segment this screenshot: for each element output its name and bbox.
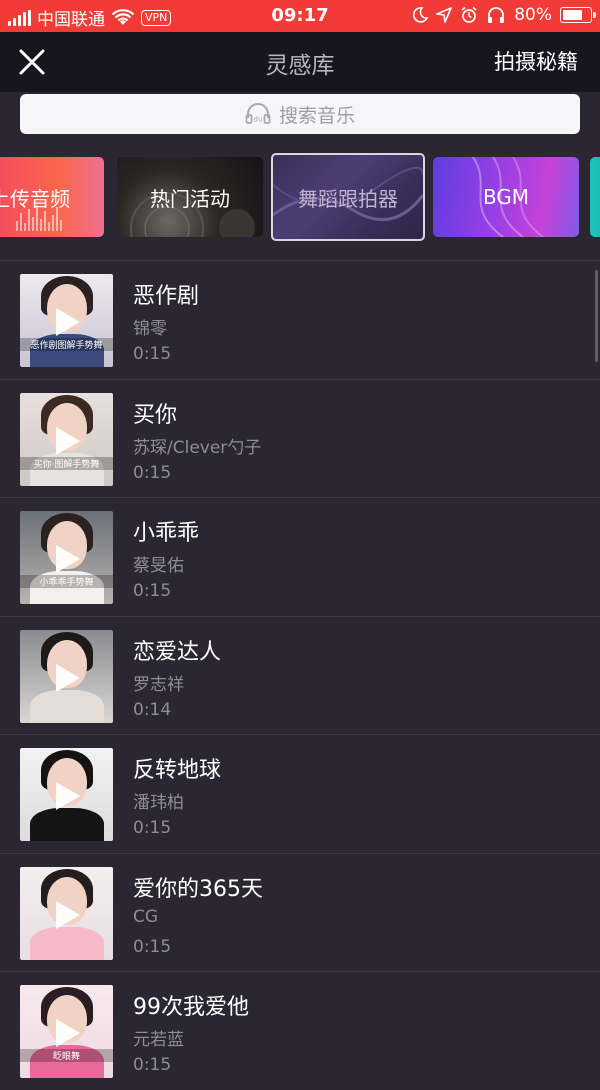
song-thumbnail[interactable]: 眨眼舞 [20,985,113,1078]
play-icon [56,782,80,810]
song-duration: 0:15 [133,936,172,957]
location-arrow-icon [436,7,453,23]
thumbnail-caption: 买你·图解手势舞 [20,456,113,470]
list-item[interactable]: 反转地球 潘玮柏 0:15 [0,734,600,853]
battery-icon [560,7,596,23]
play-icon [56,308,80,336]
category-label: 热门活动 [150,186,230,211]
status-bar: 中国联通 VPN 09:17 80% [0,0,600,32]
song-title: 爱你的365天 [133,876,263,902]
song-artist: 潘玮柏 [133,793,184,813]
song-title: 恋爱达人 [133,639,222,665]
song-artist: 蔡旻佑 [133,556,184,576]
song-artist: 苏琛/Clever勺子 [133,437,262,458]
list-item[interactable]: 恶作剧图解手势舞 恶作剧 锦零 0:15 [0,260,600,379]
category-upload-audio[interactable]: 上传音频 [0,157,104,237]
song-duration: 0:15 [133,344,172,364]
song-duration: 0:15 [133,818,172,838]
search-placeholder: 搜索音乐 [278,104,355,127]
song-thumbnail[interactable] [20,748,113,841]
song-title: 反转地球 [133,758,222,783]
headphones-icon [488,7,505,23]
play-icon [56,426,80,455]
thumbnail-caption: 眨眼舞 [20,1049,113,1062]
close-icon[interactable] [14,44,50,80]
music-search-icon: du [245,103,271,124]
nav-bar: 灵感库 拍摄秘籍 [0,32,600,92]
song-duration: 0:15 [133,581,172,601]
category-label: 上传音频 [0,186,70,211]
scrollbar[interactable] [595,270,598,362]
shooting-tips-button[interactable]: 拍摄秘籍 [494,46,578,76]
song-artist: CG [133,906,159,927]
search-input[interactable]: du 搜索音乐 [20,94,580,134]
list-item[interactable]: 爱你的365天 CG 0:15 [0,852,600,972]
song-title: 小乖乖 [133,521,200,546]
song-title: 99次我爱他 [133,995,249,1020]
song-artist: 罗志祥 [133,674,184,695]
category-hot-events[interactable]: 热门活动 [117,157,263,237]
song-thumbnail[interactable]: 小乖乖手势舞 [20,511,113,604]
category-label: 舞蹈跟拍器 [298,186,398,211]
category-bgm[interactable]: BGM [433,157,579,237]
song-title: 恶作剧 [133,284,200,309]
song-artist: 锦零 [133,319,167,339]
battery-percent: 80% [514,5,552,25]
song-list: 恶作剧图解手势舞 恶作剧 锦零 0:15 买你·图解手势舞 买你 苏琛/Clev… [0,260,600,1090]
play-icon [56,1019,80,1047]
song-thumbnail[interactable]: 买你·图解手势舞 [20,392,113,486]
song-duration: 0:15 [133,462,172,483]
song-duration: 0:14 [133,699,172,720]
song-thumbnail[interactable]: 恶作剧图解手势舞 [20,274,113,367]
song-thumbnail[interactable] [20,629,113,723]
alarm-icon [461,6,477,23]
category-carousel: 上传音频 热门活动 舞蹈跟拍器 BGM [0,152,600,244]
svg-text:du: du [254,116,263,124]
song-thumbnail[interactable] [20,866,113,960]
moon-icon [413,7,429,23]
category-next-partial[interactable] [590,157,600,237]
play-icon [56,545,80,573]
play-icon [56,663,80,692]
play-icon [56,900,80,929]
search-area: du 搜索音乐 [0,92,600,142]
category-label: BGM [482,185,530,209]
category-dance-follow[interactable]: 舞蹈跟拍器 [271,153,425,241]
song-artist: 元若蓝 [133,1030,184,1050]
list-item[interactable]: 恋爱达人 罗志祥 0:14 [0,615,600,735]
song-duration: 0:15 [133,1055,172,1075]
song-title: 买你 [133,402,178,428]
list-item[interactable]: 小乖乖手势舞 小乖乖 蔡旻佑 0:15 [0,497,600,616]
thumbnail-caption: 小乖乖手势舞 [20,575,113,588]
list-item[interactable]: 买你·图解手势舞 买你 苏琛/Clever勺子 0:15 [0,378,600,498]
thumbnail-caption: 恶作剧图解手势舞 [20,338,113,351]
list-item[interactable]: 眨眼舞 99次我爱他 元若蓝 0:15 [0,971,600,1090]
